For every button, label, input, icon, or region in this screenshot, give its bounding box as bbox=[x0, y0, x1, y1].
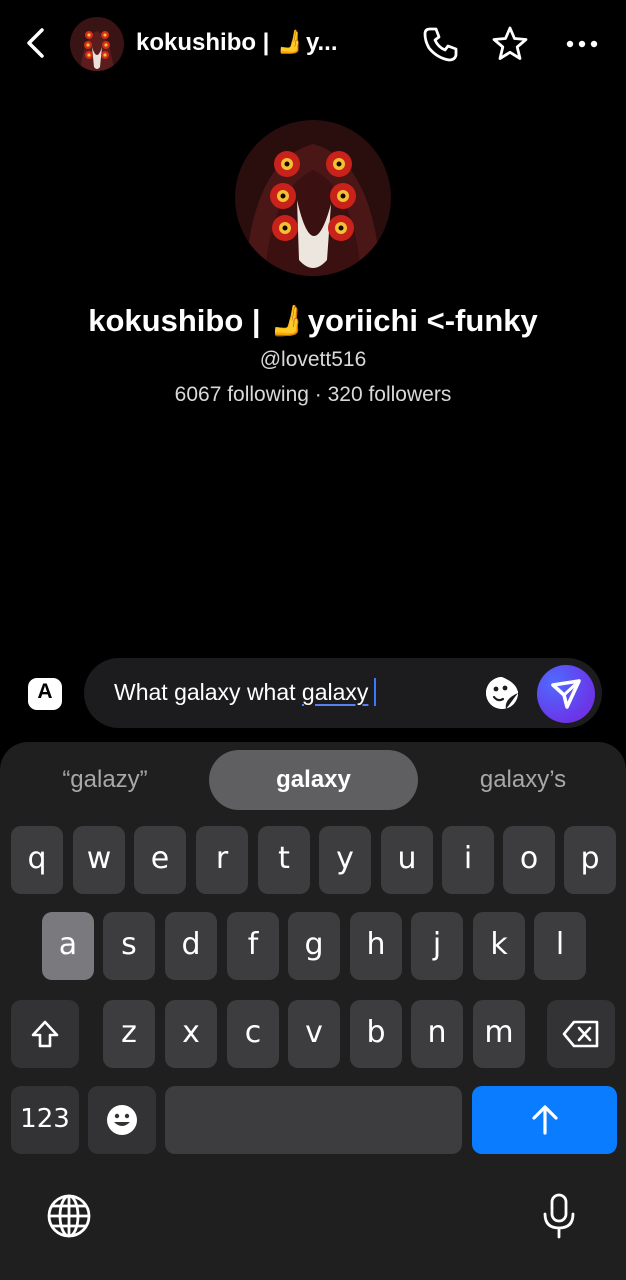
header-title[interactable]: kokushibo | 🫸y... bbox=[136, 28, 338, 57]
key-s[interactable]: s bbox=[103, 912, 155, 980]
translate-label: A bbox=[37, 680, 53, 703]
key-z[interactable]: z bbox=[103, 1000, 155, 1068]
profile-avatar[interactable] bbox=[235, 120, 391, 276]
call-button[interactable] bbox=[421, 24, 461, 64]
sticker-button[interactable] bbox=[484, 675, 520, 711]
space-key[interactable] bbox=[165, 1086, 462, 1154]
phone-icon bbox=[423, 27, 458, 62]
profile-name: kokushibo | 🫸yoriichi <-funky bbox=[88, 303, 538, 338]
key-i[interactable]: i bbox=[442, 826, 494, 894]
key-x[interactable]: x bbox=[165, 1000, 217, 1068]
key-c[interactable]: c bbox=[227, 1000, 279, 1068]
sticker-icon bbox=[486, 677, 518, 709]
avatar bbox=[70, 17, 124, 71]
dictation-button[interactable] bbox=[535, 1192, 583, 1240]
text-caret bbox=[374, 678, 377, 706]
arrow-up-icon bbox=[531, 1105, 558, 1135]
header-avatar[interactable] bbox=[70, 17, 124, 71]
key-r[interactable]: r bbox=[196, 826, 248, 894]
more-button[interactable] bbox=[562, 24, 602, 64]
keyboard: “galazy” galaxy galaxy’s q w e r t y u i… bbox=[0, 742, 626, 1280]
send-button[interactable] bbox=[537, 665, 595, 723]
key-b[interactable]: b bbox=[350, 1000, 402, 1068]
favorite-button[interactable] bbox=[490, 24, 530, 64]
key-j[interactable]: j bbox=[411, 912, 463, 980]
chevron-left-icon bbox=[27, 28, 44, 58]
key-k[interactable]: k bbox=[473, 912, 525, 980]
key-f[interactable]: f bbox=[227, 912, 279, 980]
key-o[interactable]: o bbox=[503, 826, 555, 894]
backspace-icon bbox=[562, 1020, 599, 1048]
chat-header: kokushibo | 🫸y... bbox=[0, 0, 626, 88]
key-m[interactable]: m bbox=[473, 1000, 525, 1068]
key-y[interactable]: y bbox=[319, 826, 371, 894]
send-icon bbox=[551, 679, 581, 709]
suggestion-alternative[interactable]: galaxy’s bbox=[436, 750, 610, 810]
message-text: What galaxy what bbox=[114, 679, 302, 705]
key-h[interactable]: h bbox=[350, 912, 402, 980]
suggestion-original[interactable]: “galazy” bbox=[20, 750, 190, 810]
key-w[interactable]: w bbox=[73, 826, 125, 894]
backspace-key[interactable] bbox=[547, 1000, 615, 1068]
star-icon bbox=[492, 26, 528, 60]
message-composer[interactable]: What galaxy what galaxy bbox=[84, 658, 602, 728]
numbers-key[interactable]: 123 bbox=[11, 1086, 79, 1154]
key-a[interactable]: a bbox=[42, 912, 94, 980]
globe-button[interactable] bbox=[45, 1192, 93, 1240]
avatar bbox=[235, 120, 391, 276]
more-horizontal-icon bbox=[566, 40, 598, 48]
back-button[interactable] bbox=[20, 26, 52, 60]
autocorrect-word: galaxy bbox=[301, 679, 369, 705]
emoji-icon bbox=[107, 1105, 137, 1135]
key-e[interactable]: e bbox=[134, 826, 186, 894]
key-v[interactable]: v bbox=[288, 1000, 340, 1068]
profile-handle: @lovett516 bbox=[259, 348, 367, 371]
key-l[interactable]: l bbox=[534, 912, 586, 980]
microphone-icon bbox=[543, 1193, 575, 1239]
key-t[interactable]: t bbox=[258, 826, 310, 894]
key-q[interactable]: q bbox=[11, 826, 63, 894]
key-u[interactable]: u bbox=[381, 826, 433, 894]
key-d[interactable]: d bbox=[165, 912, 217, 980]
globe-icon bbox=[47, 1194, 91, 1238]
key-g[interactable]: g bbox=[288, 912, 340, 980]
shift-icon bbox=[31, 1020, 59, 1048]
return-key[interactable] bbox=[472, 1086, 617, 1154]
profile-stats[interactable]: 6067 following · 320 followers bbox=[0, 383, 626, 407]
key-p[interactable]: p bbox=[564, 826, 616, 894]
message-input[interactable]: What galaxy what galaxy bbox=[114, 678, 377, 706]
key-n[interactable]: n bbox=[411, 1000, 463, 1068]
suggestion-autocorrect[interactable]: galaxy bbox=[209, 750, 418, 810]
translate-button[interactable]: A bbox=[26, 676, 64, 712]
shift-key[interactable] bbox=[11, 1000, 79, 1068]
emoji-key[interactable] bbox=[88, 1086, 156, 1154]
